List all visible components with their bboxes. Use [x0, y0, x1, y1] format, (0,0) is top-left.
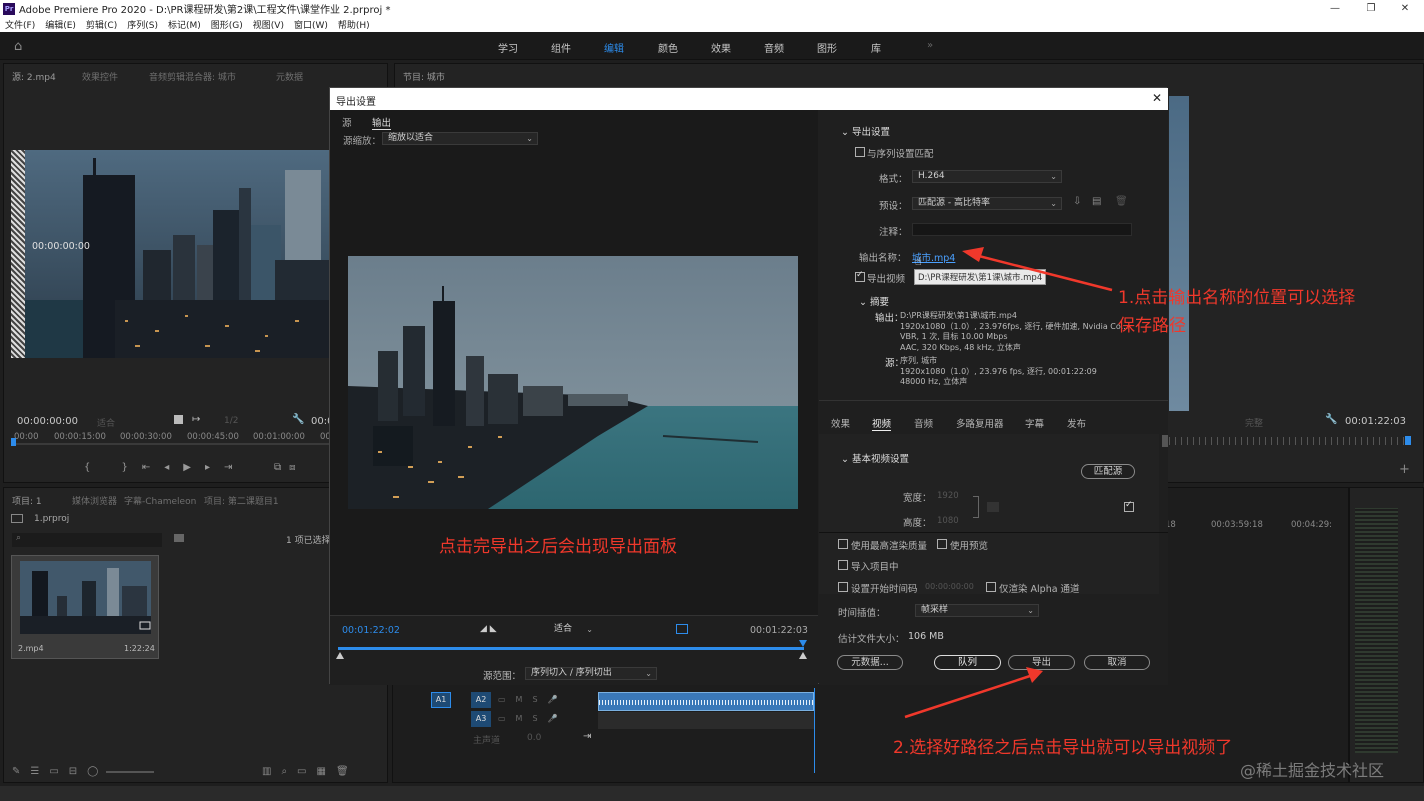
annotation-step2: 2.选择好路径之后点击导出就可以导出视频了 — [893, 738, 1233, 758]
annotation-step1-line2: 保存路径 — [1118, 316, 1186, 336]
annotation-arrows — [904, 247, 1113, 719]
watermark: @稀土掘金技术社区 — [1240, 761, 1385, 780]
annotation-step1-line1: 1.点击输出名称的位置可以选择 — [1118, 288, 1356, 308]
